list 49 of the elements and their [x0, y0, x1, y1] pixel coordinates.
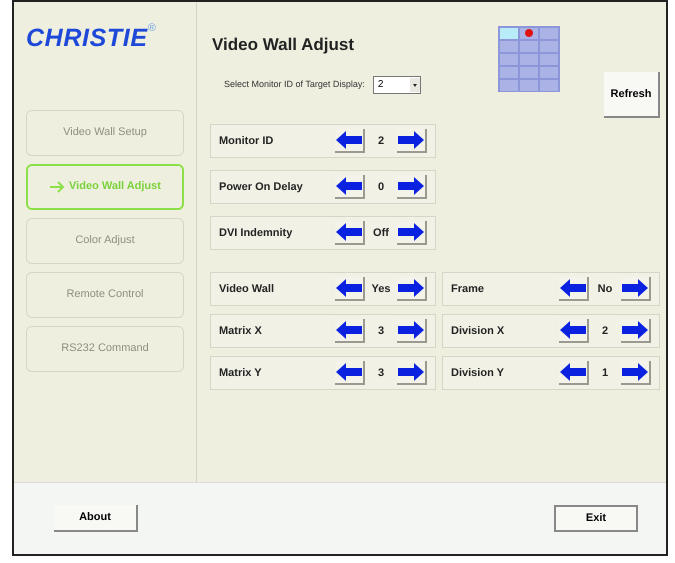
setting-label: Matrix X [219, 324, 263, 339]
right-arrow-button[interactable] [397, 221, 427, 245]
setting-value: 1 [600, 366, 610, 381]
setting-value: 0 [376, 180, 386, 195]
monitor-grid-icon [498, 26, 560, 92]
arrow-icon [49, 180, 66, 192]
right-arrow-button[interactable] [621, 319, 651, 343]
right-arrow-button[interactable] [397, 175, 427, 199]
registered-mark: ® [148, 21, 156, 34]
left-arrow-button[interactable] [559, 319, 589, 343]
monitor-select[interactable]: 2 [372, 76, 421, 94]
select-label: Select Monitor ID of Target Display: [224, 78, 365, 91]
left-arrow-button[interactable] [335, 361, 365, 385]
left-arrow-button[interactable] [559, 361, 589, 385]
right-arrow-button[interactable] [397, 361, 427, 385]
setting-value: No [596, 282, 614, 297]
right-arrow-button[interactable] [621, 277, 651, 301]
exit-button[interactable]: Exit [554, 505, 638, 532]
dropdown-icon [410, 78, 420, 92]
setting-label: Power On Delay [219, 180, 304, 195]
about-button[interactable]: About [54, 505, 138, 532]
left-arrow-button[interactable] [335, 319, 365, 343]
left-arrow-button[interactable] [559, 277, 589, 301]
setting-label: DVI Indemnity [219, 226, 294, 241]
right-arrow-button[interactable] [397, 319, 427, 343]
setting-label: Division Y [451, 366, 505, 381]
setting-value: 2 [600, 324, 610, 339]
setting-label: Division X [451, 324, 506, 339]
setting-value: 3 [376, 366, 386, 381]
left-arrow-button[interactable] [335, 221, 365, 245]
right-arrow-button[interactable] [397, 129, 427, 153]
left-arrow-button[interactable] [335, 277, 365, 301]
setting-value: Off [372, 226, 390, 241]
logo: CHRISTIE [26, 23, 148, 54]
right-arrow-button[interactable] [397, 277, 427, 301]
select-value: 2 [378, 78, 384, 92]
right-arrow-button[interactable] [621, 361, 651, 385]
setting-value: 3 [376, 324, 386, 339]
page-title: Video Wall Adjust [212, 34, 355, 56]
refresh-button[interactable]: Refresh [604, 72, 660, 118]
setting-label: Frame [451, 282, 486, 297]
setting-value: Yes [370, 282, 392, 297]
setting-label: Monitor ID [219, 134, 274, 149]
setting-value: 2 [376, 134, 386, 149]
setting-label: Matrix Y [219, 366, 263, 381]
left-arrow-button[interactable] [335, 129, 365, 153]
left-arrow-button[interactable] [335, 175, 365, 199]
sidebar-item[interactable]: Video Wall Adjust [26, 164, 184, 210]
setting-label: Video Wall [219, 282, 276, 297]
